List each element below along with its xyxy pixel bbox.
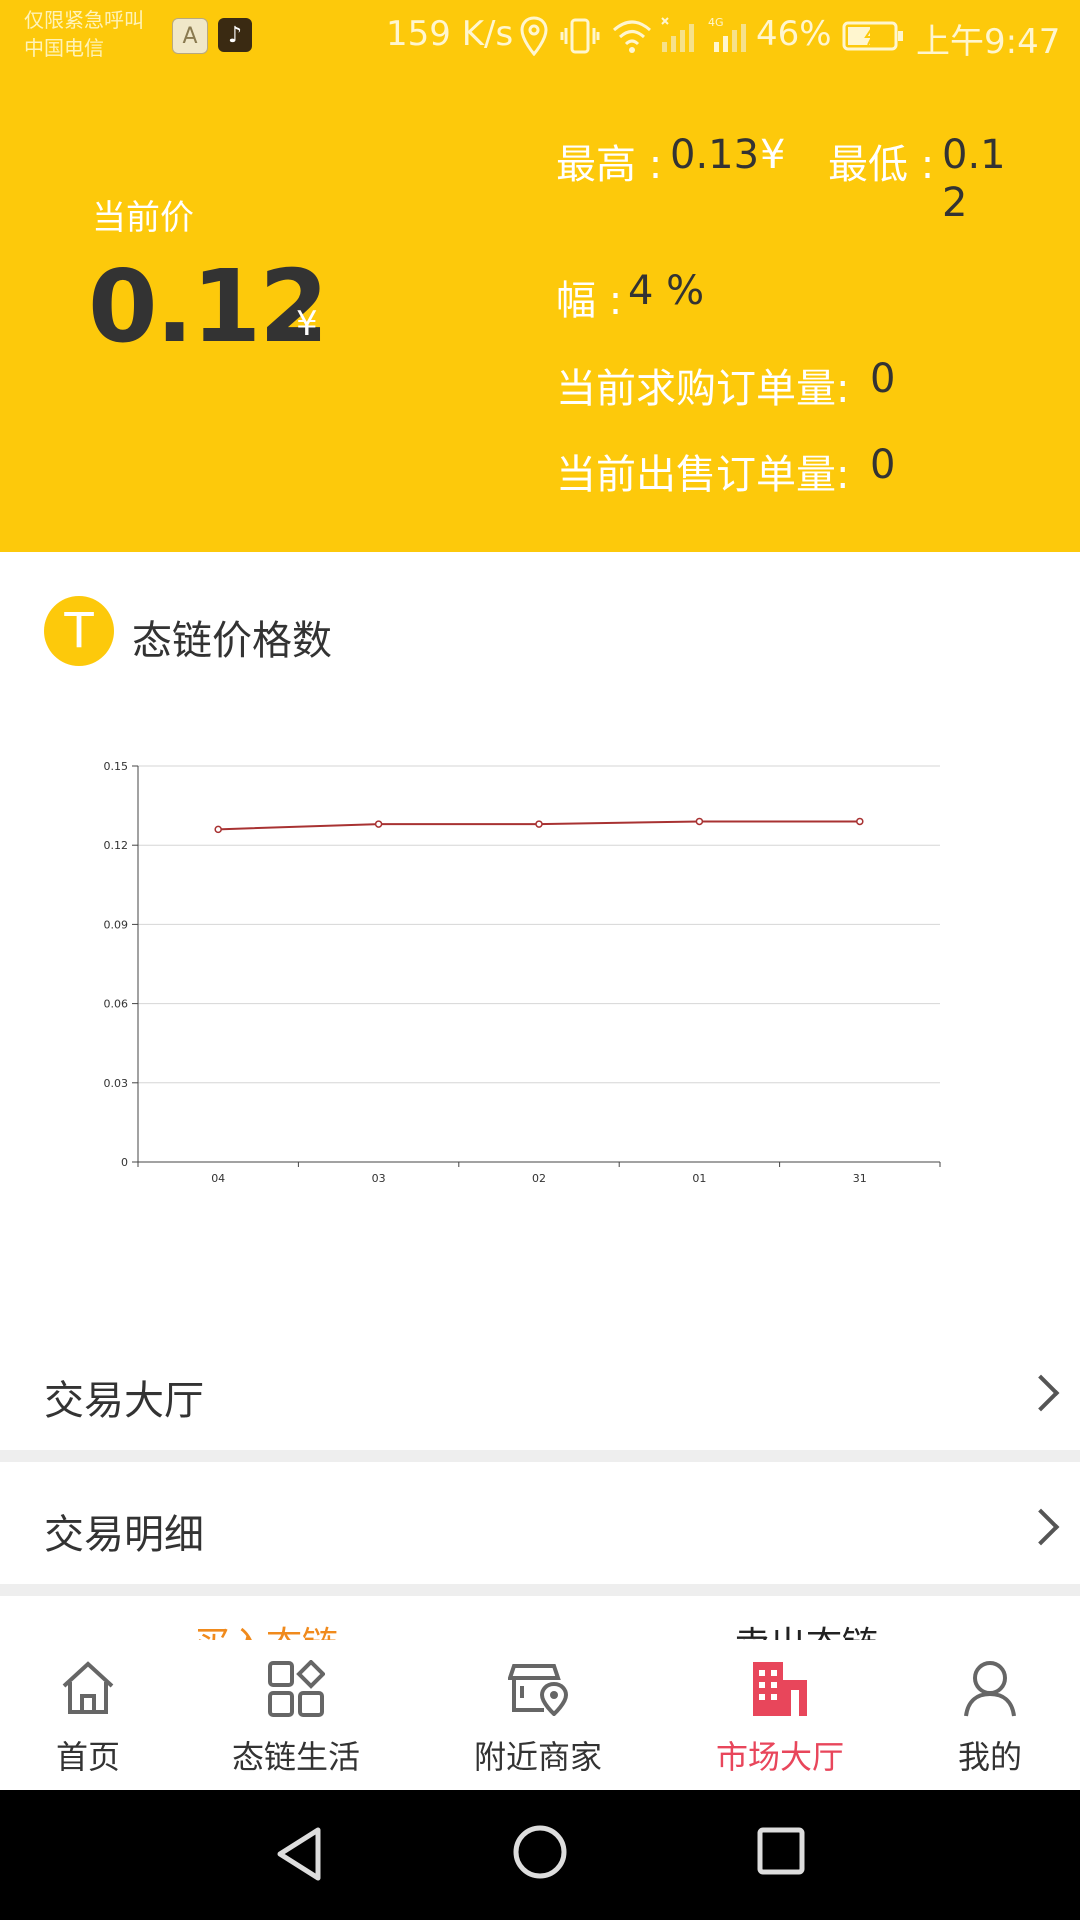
carrier-name: 中国电信 [24, 36, 104, 60]
chart-point [856, 817, 864, 826]
token-t-icon: T [44, 596, 114, 666]
chart-point [695, 817, 704, 826]
low-value: 0.1 [942, 132, 1006, 178]
chart-point [535, 820, 543, 828]
current-price-value: 0.12 [88, 248, 329, 365]
buy-orders-label: 当前求购订单量: [556, 366, 850, 412]
app-a-letter: A [182, 23, 198, 49]
price-line-chart: 0 0.03 0.06 0.09 0.12 0.15 04 03 02 01 31 [104, 760, 941, 1185]
chart-x-tick-label: 01 [692, 1172, 706, 1185]
bottom-nav: 首页 态链生活 附近商家 市场大厅 我的 [0, 1640, 1080, 1790]
nav-label-home: 首页 [55, 1738, 120, 1776]
chart-y-tick-label: 0.12 [104, 839, 129, 852]
nav-label-life: 态链生活 [231, 1738, 360, 1776]
home-icon [60, 1660, 116, 1720]
chevron-right-icon [1022, 1508, 1060, 1546]
carrier-status: 仅限紧急呼叫 中国电信 [24, 6, 144, 62]
back-icon[interactable] [274, 1826, 324, 1886]
tiktok-icon: ♪ [218, 18, 252, 52]
chart-x-tick-label: 31 [853, 1172, 867, 1185]
nav-item-home[interactable]: 首页 [0, 1640, 188, 1790]
trade-details-row[interactable]: 交易明细 [0, 1462, 1080, 1584]
building-icon [751, 1660, 809, 1722]
chevron-right-icon [1022, 1374, 1060, 1412]
change-value: 4 % [628, 268, 705, 314]
nav-item-market[interactable]: 市场大厅 [680, 1640, 880, 1790]
chart-point [214, 825, 222, 834]
battery-percent: 46% [756, 14, 832, 54]
nav-label-market: 市场大厅 [715, 1738, 844, 1776]
wifi-icon [610, 16, 654, 58]
nav-label-mine: 我的 [957, 1738, 1022, 1776]
chart-x-tick-label: 04 [211, 1172, 225, 1185]
trade-details-label: 交易明细 [44, 1512, 204, 1558]
chart-x-tick-label: 03 [372, 1172, 386, 1185]
signal-sim1-icon [660, 16, 700, 58]
divider [0, 1450, 1080, 1462]
current-price-currency: ¥ [296, 304, 318, 344]
chart-x-tick-label: 02 [532, 1172, 546, 1185]
clock: 上午9:47 [916, 22, 1061, 62]
chart-y-tick-label: 0.03 [104, 1077, 129, 1090]
emergency-call-text: 仅限紧急呼叫 [24, 8, 144, 32]
current-price-label: 当前价 [92, 198, 194, 238]
sell-orders-label: 当前出售订单量: [556, 452, 850, 498]
vibrate-icon [560, 18, 600, 58]
divider [0, 1584, 1080, 1596]
trading-hall-row[interactable]: 交易大厅 [0, 1336, 1080, 1450]
buy-button[interactable]: 买入态链 [194, 1616, 338, 1640]
change-label: 幅 : [556, 278, 623, 324]
battery-icon [842, 20, 904, 56]
price-section-title: 态链价格数 [132, 618, 332, 664]
buy-sell-bar: 买入态链 卖出态链 [0, 1596, 1080, 1640]
chart-y-tick-label: 0.09 [104, 918, 129, 931]
signal-4g-icon: 4G [708, 16, 752, 58]
nav-label-nearby: 附近商家 [473, 1738, 602, 1776]
chart-y-tick-label: 0 [121, 1156, 128, 1169]
chart-y-tick-label: 0.15 [104, 760, 129, 773]
recents-icon[interactable] [756, 1826, 806, 1880]
low-label: 最低 : [828, 142, 935, 188]
chart-y-tick-label: 0.06 [104, 998, 129, 1011]
token-letter: T [64, 603, 94, 659]
high-value: 0.13 [670, 132, 760, 178]
nav-item-nearby[interactable]: 附近商家 [438, 1640, 638, 1790]
low-value-wrap: 2 [942, 180, 968, 226]
trading-hall-label: 交易大厅 [44, 1378, 204, 1424]
system-navigation-bar [0, 1790, 1080, 1920]
network-speed: 159 K/s [386, 14, 514, 54]
high-label: 最高 : [556, 142, 663, 188]
sell-orders-value: 0 [870, 442, 896, 488]
location-icon [520, 16, 548, 60]
chart-point [374, 820, 383, 828]
nav-item-mine[interactable]: 我的 [890, 1640, 1080, 1790]
store-location-icon [507, 1660, 569, 1720]
apps-icon [267, 1659, 326, 1722]
high-currency: ¥ [760, 132, 786, 178]
nav-item-life[interactable]: 态链生活 [196, 1640, 396, 1790]
buy-orders-value: 0 [870, 356, 896, 402]
sell-button[interactable]: 卖出态链 [734, 1616, 878, 1640]
home-circle-icon[interactable] [512, 1824, 568, 1884]
svg-text:4G: 4G [708, 16, 724, 29]
app-a-icon: A [172, 18, 208, 54]
person-icon [962, 1660, 1018, 1722]
